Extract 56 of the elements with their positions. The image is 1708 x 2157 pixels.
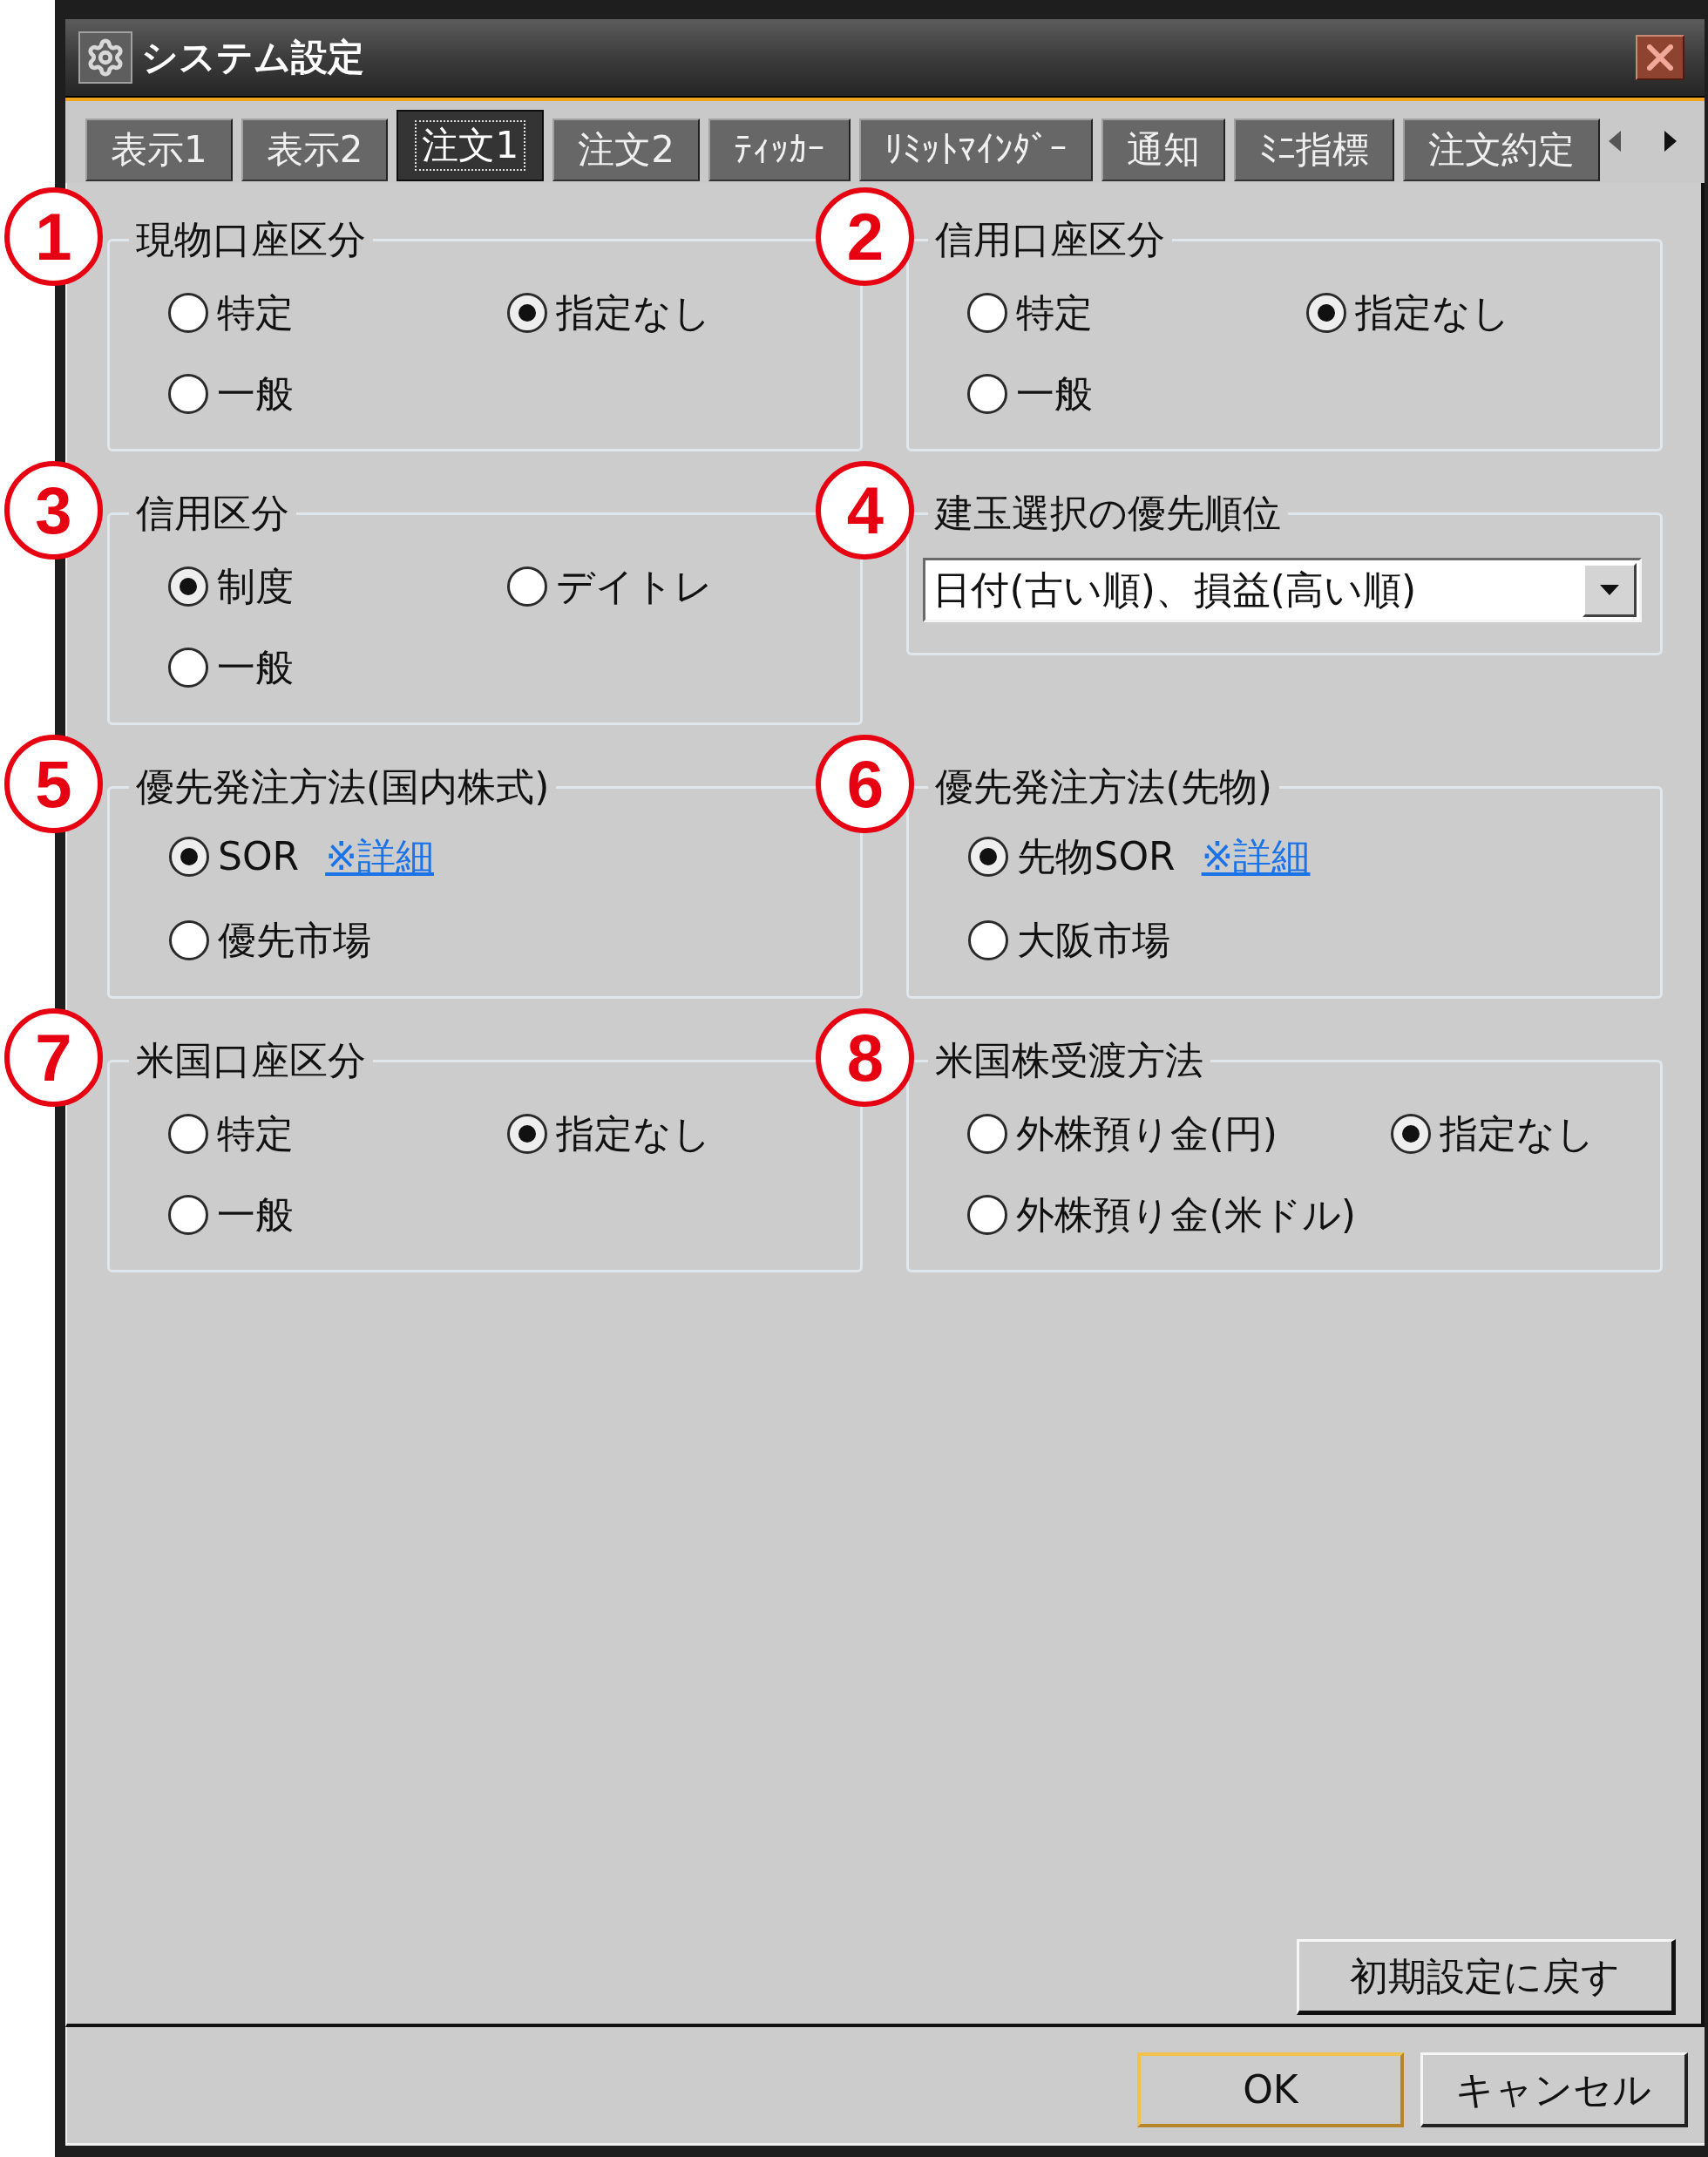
radio-option[interactable]: 一般 xyxy=(168,645,294,690)
radio-option[interactable]: 指定なし xyxy=(507,290,711,336)
tab[interactable]: 通知 xyxy=(1101,119,1225,181)
radio-option[interactable]: 外株預り金(米ドル) xyxy=(967,1192,1356,1238)
tab[interactable]: 注文2 xyxy=(552,119,700,181)
radio-option[interactable]: 制度 xyxy=(168,564,294,609)
dialog-button[interactable]: キャンセル xyxy=(1420,2052,1688,2127)
annotation-number: 1 xyxy=(4,187,103,286)
tab[interactable]: 表示1 xyxy=(85,119,233,181)
radio-option[interactable]: 先物SOR xyxy=(968,834,1176,879)
radio-option[interactable]: 指定なし xyxy=(1390,1111,1595,1157)
reset-button[interactable]: 初期設定に戻す xyxy=(1296,1939,1676,2015)
radio-option[interactable]: 一般 xyxy=(168,371,294,417)
annotation-number: 7 xyxy=(4,1008,103,1107)
dropdown-arrow-button[interactable] xyxy=(1582,563,1637,617)
radio-option[interactable]: 一般 xyxy=(967,371,1094,417)
radio-option[interactable]: SOR xyxy=(169,834,300,879)
group-title: 信用区分 xyxy=(135,492,290,535)
group-title: 米国口座区分 xyxy=(135,1039,367,1082)
annotation-number: 5 xyxy=(4,735,103,833)
radio-option[interactable]: 一般 xyxy=(168,1192,294,1238)
group-title: 優先発注方法(国内株式) xyxy=(135,765,551,809)
tab[interactable]: ﾃｨｯｶｰ xyxy=(708,119,851,181)
group-title: 建玉選択の優先順位 xyxy=(933,492,1283,535)
dialog-button[interactable]: OK xyxy=(1136,2052,1404,2127)
group-title: 現物口座区分 xyxy=(135,218,367,261)
radio-option[interactable]: デイトレ xyxy=(507,564,713,609)
radio-option[interactable]: 特定 xyxy=(168,290,294,336)
radio-option[interactable]: 外株預り金(円) xyxy=(967,1111,1278,1157)
radio-option[interactable]: 優先市場 xyxy=(169,918,371,963)
radio-option[interactable]: 特定 xyxy=(168,1111,294,1157)
radio-option[interactable]: 指定なし xyxy=(507,1111,711,1157)
tab[interactable]: 注文1 xyxy=(396,110,545,181)
gear-icon xyxy=(78,31,132,84)
annotation-number: 2 xyxy=(816,187,915,286)
radio-option[interactable]: 大阪市場 xyxy=(968,918,1171,963)
close-icon xyxy=(1646,44,1673,71)
annotation-number: 8 xyxy=(816,1008,915,1107)
close-button[interactable] xyxy=(1635,35,1684,80)
group-title: 米国株受渡方法 xyxy=(934,1039,1205,1082)
tab[interactable]: 注文約定 xyxy=(1402,119,1600,181)
dropdown-field[interactable]: 日付(古い順)、損益(高い順) xyxy=(923,558,1642,622)
radio-option[interactable]: 指定なし xyxy=(1306,290,1511,336)
annotation-number: 3 xyxy=(4,461,103,560)
scroll-left-icon[interactable] xyxy=(1608,131,1621,152)
scroll-right-icon[interactable] xyxy=(1664,131,1677,152)
radio-option[interactable]: 特定 xyxy=(967,290,1094,336)
group-title: 優先発注方法(先物) xyxy=(934,765,1273,809)
tab[interactable]: ﾐﾆ指標 xyxy=(1233,119,1394,181)
annotation-number: 4 xyxy=(816,461,915,560)
tab[interactable]: 表示2 xyxy=(241,119,389,181)
caret-down-icon xyxy=(1599,585,1619,595)
window-title: システム設定 xyxy=(141,39,364,76)
tab[interactable]: ﾘﾐｯﾄﾏｲﾝﾀﾞｰ xyxy=(858,119,1093,181)
annotation-number: 6 xyxy=(816,735,915,833)
group-title: 信用口座区分 xyxy=(934,218,1167,261)
